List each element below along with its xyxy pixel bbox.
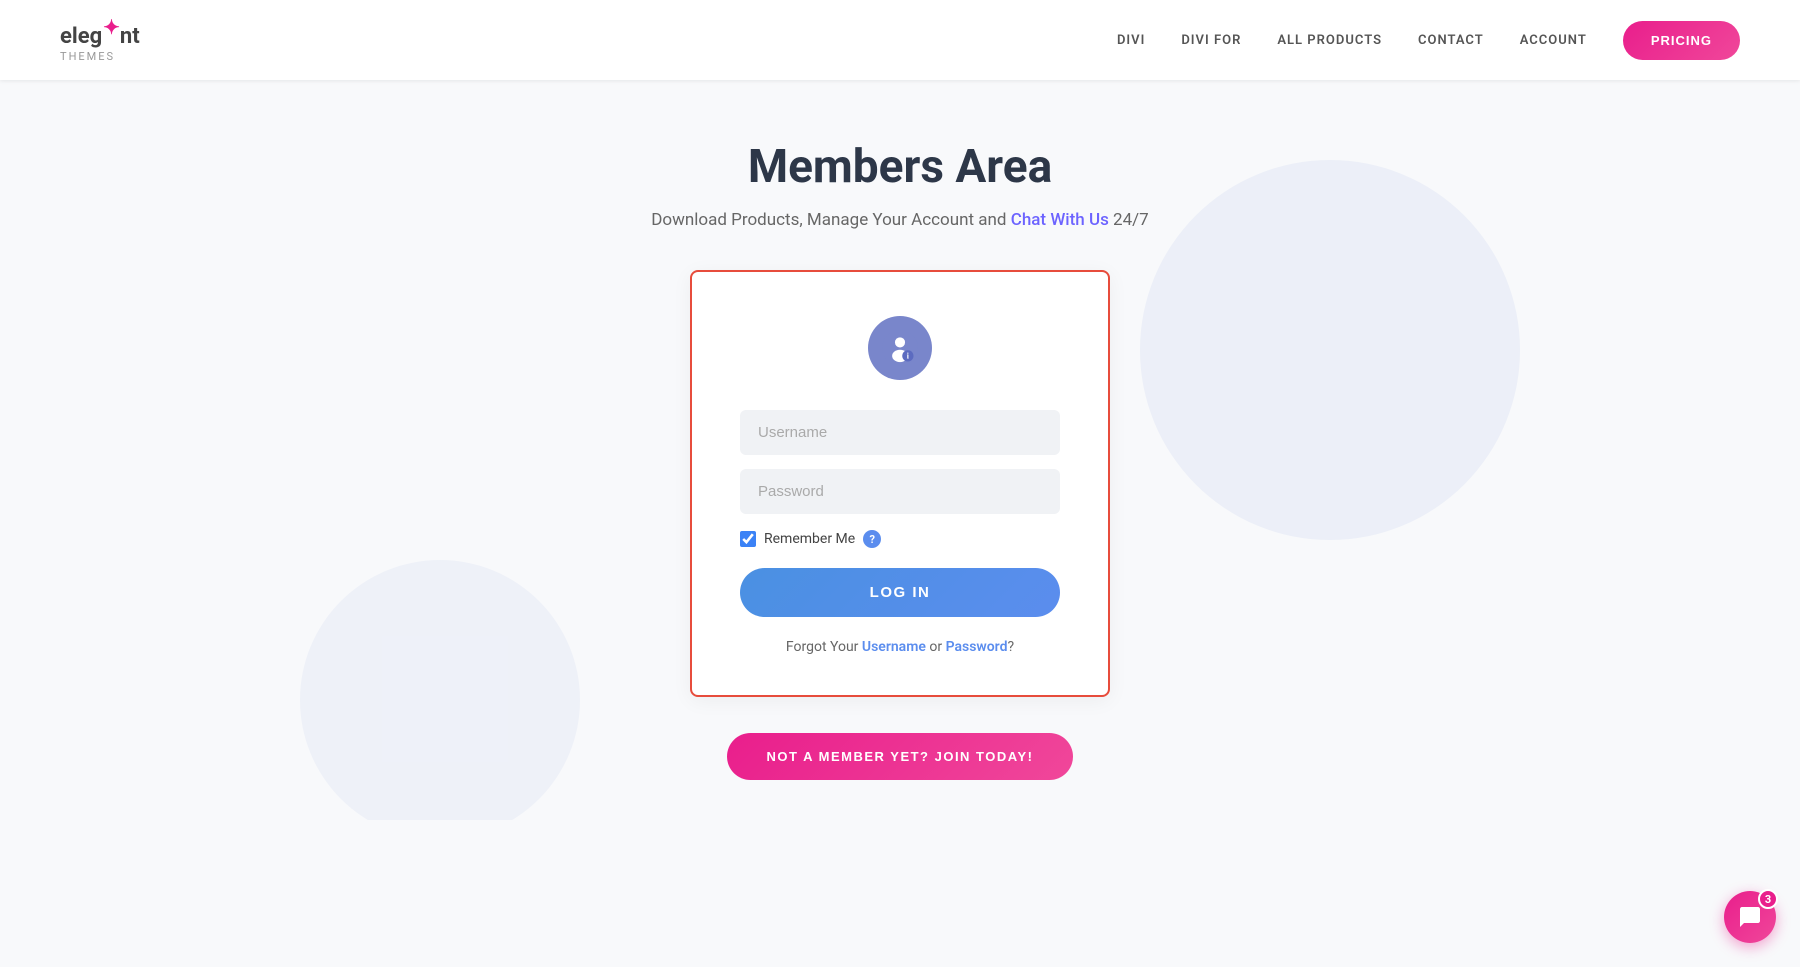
forgot-prefix: Forgot Your: [786, 639, 862, 655]
chat-icon: [1738, 905, 1762, 929]
logo[interactable]: eleg✦nt themes: [60, 17, 140, 62]
main-content: Members Area Download Products, Manage Y…: [0, 80, 1800, 820]
forgot-username-link[interactable]: Username: [862, 639, 926, 655]
page-title: Members Area: [748, 140, 1052, 194]
user-icon: i: [882, 330, 918, 366]
subtitle-suffix: 24/7: [1113, 210, 1149, 230]
nav-item-all-products[interactable]: ALL PRODUCTS: [1277, 33, 1382, 48]
logo-star: ✦: [103, 15, 120, 39]
join-button[interactable]: NOT A MEMBER YET? JOIN TODAY!: [727, 733, 1074, 780]
site-header: eleg✦nt themes DIVI DIVI FOR ALL PRODUCT…: [0, 0, 1800, 80]
username-input[interactable]: [740, 410, 1060, 455]
chat-link[interactable]: Chat With Us: [1011, 210, 1109, 230]
page-subtitle: Download Products, Manage Your Account a…: [651, 210, 1148, 230]
logo-text: eleg✦nt: [60, 24, 140, 49]
join-button-wrap: NOT A MEMBER YET? JOIN TODAY!: [727, 733, 1074, 780]
remember-label: Remember Me: [764, 531, 855, 547]
subtitle-text: Download Products, Manage Your Account a…: [651, 210, 1006, 230]
decorative-circle-right: [1140, 160, 1520, 540]
nav-item-divi-for[interactable]: DIVI FOR: [1181, 33, 1241, 48]
nav-item-account[interactable]: ACCOUNT: [1520, 33, 1587, 48]
logo-sub: themes: [60, 50, 140, 63]
forgot-middle: or: [926, 639, 946, 655]
chat-badge: 3: [1758, 889, 1778, 909]
chat-widget[interactable]: 3: [1724, 891, 1776, 943]
remember-checkbox[interactable]: [740, 531, 756, 547]
forgot-text: Forgot Your Username or Password?: [740, 639, 1060, 655]
pricing-button[interactable]: PRICING: [1623, 21, 1740, 60]
user-icon-circle: i: [868, 316, 932, 380]
username-group: [740, 410, 1060, 455]
nav-item-divi[interactable]: DIVI: [1117, 33, 1145, 48]
password-group: [740, 469, 1060, 514]
login-card: i Remember Me ? LOG IN Forgot Your Usern…: [690, 270, 1110, 697]
forgot-password-link[interactable]: Password: [946, 639, 1008, 655]
user-icon-wrap: i: [740, 316, 1060, 380]
decorative-circle-left: [300, 560, 580, 820]
remember-row: Remember Me ?: [740, 530, 1060, 548]
help-icon[interactable]: ?: [863, 530, 881, 548]
forgot-suffix: ?: [1007, 639, 1014, 655]
main-nav: DIVI DIVI FOR ALL PRODUCTS CONTACT ACCOU…: [1117, 21, 1740, 60]
login-button[interactable]: LOG IN: [740, 568, 1060, 617]
nav-item-contact[interactable]: CONTACT: [1418, 33, 1484, 48]
password-input[interactable]: [740, 469, 1060, 514]
